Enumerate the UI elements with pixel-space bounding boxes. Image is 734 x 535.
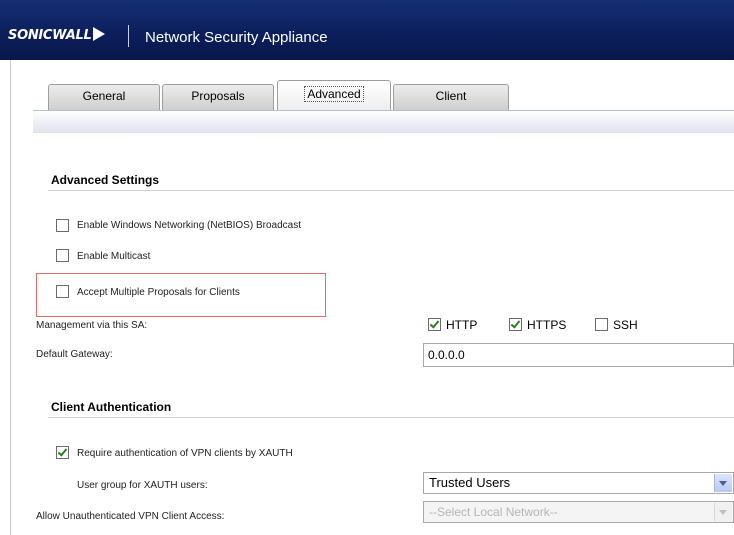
- https-label: HTTPS: [527, 318, 567, 332]
- require-xauth-checkbox[interactable]: [56, 446, 69, 459]
- section-divider: [48, 417, 734, 418]
- tab-client[interactable]: Client: [393, 84, 509, 110]
- https-checkbox[interactable]: [509, 318, 522, 331]
- user-group-label: User group for XAUTH users:: [77, 480, 208, 491]
- app-title: Network Security Appliance: [145, 29, 328, 46]
- tab-general[interactable]: General: [48, 84, 160, 110]
- ssh-checkbox[interactable]: [595, 318, 608, 331]
- management-label: Management via this SA:: [36, 320, 148, 331]
- require-xauth-label: Require authentication of VPN clients by…: [77, 448, 293, 459]
- ssh-label: SSH: [613, 318, 638, 332]
- panel-left-border: [10, 60, 11, 535]
- multiple-proposals-checkbox[interactable]: [56, 285, 69, 298]
- default-gateway-input[interactable]: 0.0.0.0: [423, 343, 734, 367]
- unauth-access-label: Allow Unauthenticated VPN Client Access:: [36, 511, 225, 522]
- http-label: HTTP: [446, 318, 478, 332]
- chevron-down-icon[interactable]: [714, 503, 732, 521]
- unauth-access-select[interactable]: --Select Local Network--: [423, 501, 734, 523]
- default-gateway-label: Default Gateway:: [36, 349, 113, 360]
- http-checkbox[interactable]: [428, 318, 441, 331]
- multicast-checkbox[interactable]: [56, 249, 69, 262]
- netbios-broadcast-label: Enable Windows Networking (NetBIOS) Broa…: [77, 220, 301, 231]
- sonicwall-logo: SONICWALL: [8, 27, 106, 43]
- section-divider: [48, 190, 734, 191]
- unauth-access-value: --Select Local Network--: [429, 505, 558, 519]
- tab-proposals[interactable]: Proposals: [162, 84, 274, 110]
- advanced-settings-title: Advanced Settings: [51, 173, 160, 187]
- tab-panel-strip: [33, 110, 734, 133]
- multicast-label: Enable Multicast: [77, 251, 151, 262]
- user-group-value: Trusted Users: [429, 475, 511, 490]
- header-divider: [128, 25, 129, 47]
- multiple-proposals-label: Accept Multiple Proposals for Clients: [77, 287, 240, 298]
- tab-advanced[interactable]: Advanced: [277, 80, 391, 110]
- header-bar: SONICWALL Network Security Appliance: [0, 0, 734, 60]
- user-group-select[interactable]: Trusted Users: [423, 472, 734, 494]
- chevron-down-icon[interactable]: [714, 474, 732, 492]
- client-authentication-title: Client Authentication: [51, 400, 172, 414]
- netbios-broadcast-checkbox[interactable]: [56, 219, 69, 232]
